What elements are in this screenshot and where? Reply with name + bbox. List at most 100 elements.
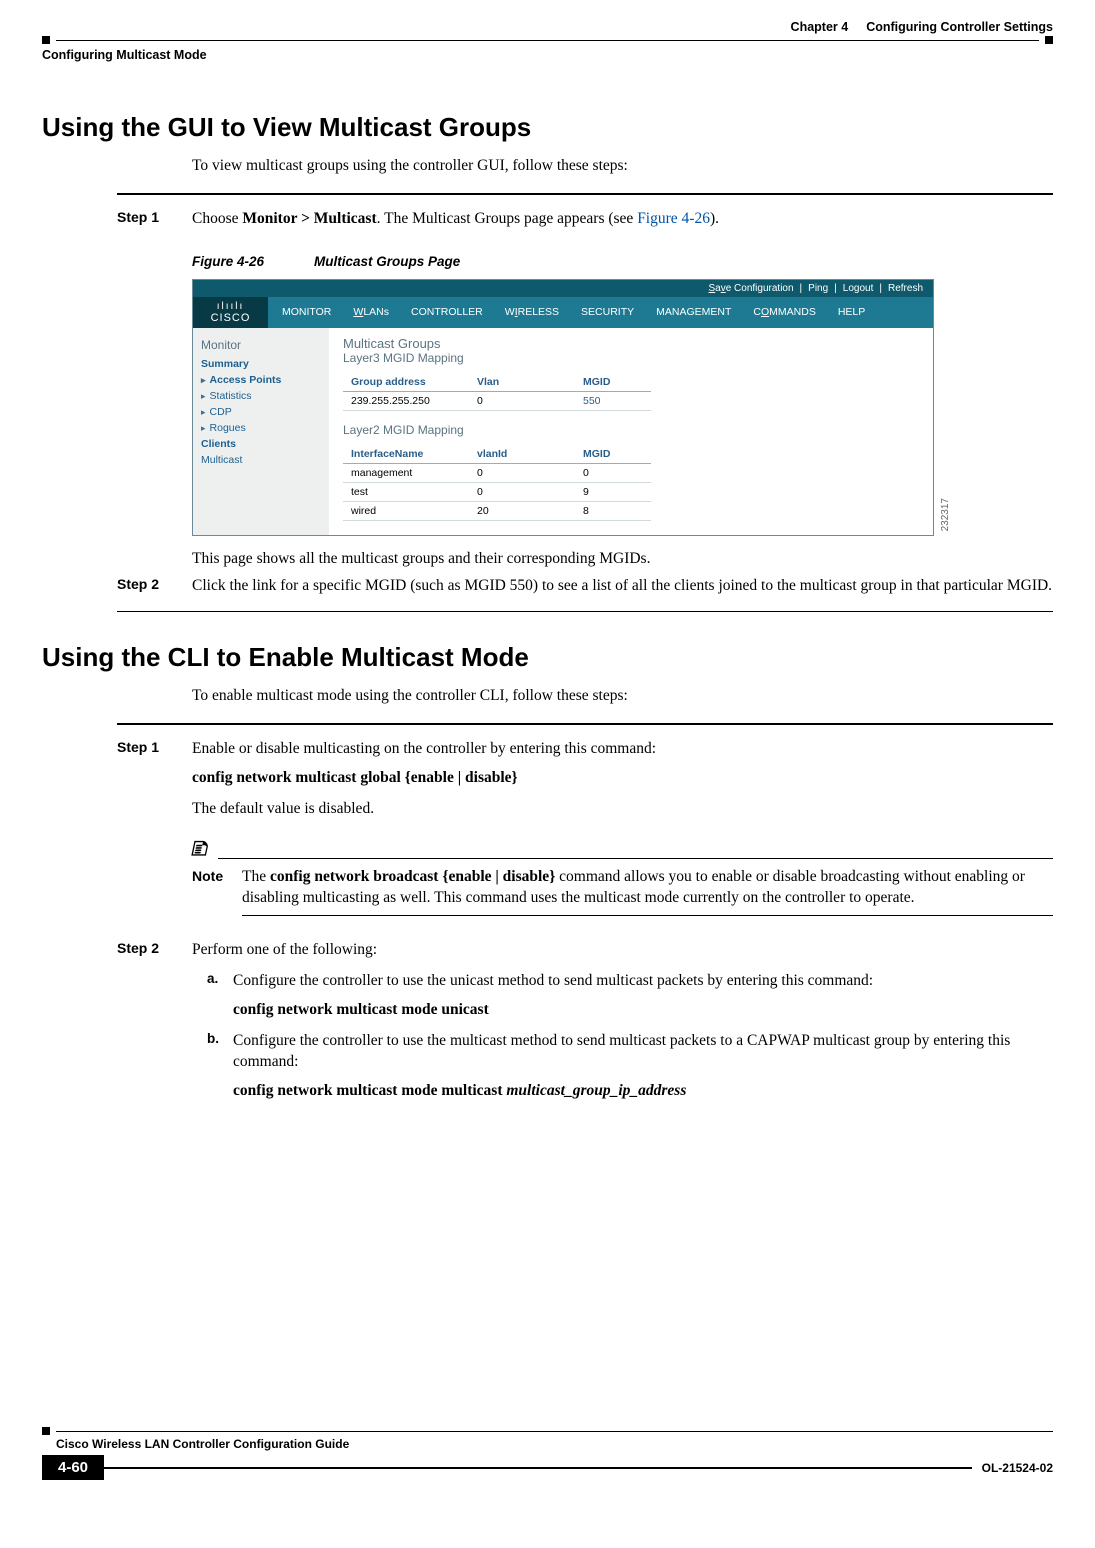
- t2-h-mgid: MGID: [575, 445, 651, 464]
- cli-step1-cmd: config network multicast global {enable …: [192, 768, 1053, 789]
- sub-b-cmd-a: config network multicast mode multicast: [233, 1082, 506, 1099]
- sub-b-row: b. Configure the controller to use the m…: [207, 1031, 1053, 1102]
- t2-r1-vlan: 0: [469, 482, 575, 501]
- page-footer: Cisco Wireless LAN Controller Configurat…: [42, 1427, 1053, 1480]
- step-1-body: Choose Monitor > Multicast. The Multicas…: [192, 209, 1053, 230]
- note-label: Note: [192, 867, 232, 886]
- footer-doc-id: OL-21524-02: [982, 1461, 1053, 1475]
- refresh-link[interactable]: Refresh: [888, 283, 923, 294]
- table-row: wired 20 8: [343, 501, 651, 520]
- footer-black-bar: [104, 1467, 972, 1469]
- nav-security[interactable]: SECURITY: [581, 306, 634, 318]
- footer-square: [42, 1427, 50, 1435]
- triangle-icon: ▸: [201, 391, 206, 401]
- figure-title: Multicast Groups Page: [314, 254, 460, 269]
- t1-r0-vlan: 0: [469, 391, 575, 410]
- section2-intro: To enable multicast mode using the contr…: [192, 687, 1053, 705]
- shot-topbar: Save Configuration| Ping| Logout| Refres…: [193, 280, 933, 297]
- note-header: 🗈: [192, 834, 1053, 864]
- triangle-icon: ▸: [201, 423, 206, 433]
- sidebar-item-cdp[interactable]: ▸CDP: [201, 406, 321, 418]
- layer3-table: Group address Vlan MGID 239.255.255.250 …: [343, 373, 651, 411]
- nav-commands[interactable]: COMMANDS: [753, 306, 815, 318]
- step1-bold: Monitor > Multicast: [242, 210, 376, 227]
- sidebar-item-multicast[interactable]: Multicast: [201, 454, 321, 466]
- figure-caption: Figure 4-26Multicast Groups Page: [192, 254, 1053, 269]
- t2-r0-vlan: 0: [469, 463, 575, 482]
- section-heading-gui: Using the GUI to View Multicast Groups: [42, 112, 1053, 143]
- sidebar-item-access-points[interactable]: ▸Access Points: [201, 374, 321, 386]
- below-figure-text: This page shows all the multicast groups…: [192, 550, 1053, 568]
- t2-r2-vlan: 20: [469, 501, 575, 520]
- t1-r0-group: 239.255.255.250: [343, 391, 469, 410]
- header-square-right: [1045, 36, 1053, 44]
- sub-b-label: b.: [207, 1031, 233, 1102]
- table-row: test 0 9: [343, 482, 651, 501]
- t1-h-mgid: MGID: [575, 373, 651, 392]
- steps-rule-top: [117, 193, 1053, 195]
- nav-wlans[interactable]: WLANs: [353, 306, 389, 318]
- nav-monitor[interactable]: MONITOR: [282, 306, 331, 318]
- cli-step-2-body: Perform one of the following:: [192, 940, 1053, 961]
- cli-step1-default: The default value is disabled.: [192, 799, 1053, 820]
- t2-h-vlanid: vlanId: [469, 445, 575, 464]
- step1-text-b: . The Multicast Groups page appears (see: [377, 210, 638, 227]
- step-1-row: Step 1 Choose Monitor > Multicast. The M…: [117, 209, 1053, 230]
- main-subtitle-l3: Layer3 MGID Mapping: [343, 351, 919, 365]
- sidebar-title: Monitor: [201, 338, 321, 352]
- logout-link[interactable]: Logout: [843, 283, 874, 294]
- figure-link[interactable]: Figure 4-26: [637, 210, 710, 227]
- screenshot-multicast-groups: Save Configuration| Ping| Logout| Refres…: [192, 279, 934, 536]
- sidebar-item-clients[interactable]: Clients: [201, 438, 321, 450]
- sub-b-text: Configure the controller to use the mult…: [233, 1031, 1053, 1073]
- t1-r0-mgid-link[interactable]: 550: [575, 391, 651, 410]
- sub-a-row: a. Configure the controller to use the u…: [207, 971, 1053, 1021]
- t2-r2-iface: wired: [343, 501, 469, 520]
- page-header: Chapter 4 Configuring Controller Setting…: [42, 20, 1053, 34]
- cisco-logo: ılıılı CISCO: [193, 297, 268, 328]
- note-text-a: The: [242, 868, 270, 885]
- nav-management[interactable]: MANAGEMENT: [656, 306, 731, 318]
- header-rule: [42, 36, 1053, 44]
- footer-bar: [56, 1431, 1053, 1432]
- nav-wireless[interactable]: WIRELESS: [505, 306, 559, 318]
- header-square-left: [42, 36, 50, 44]
- ping-link[interactable]: Ping: [808, 283, 828, 294]
- sub-b-cmd: config network multicast mode multicast …: [233, 1081, 1053, 1102]
- note-bold: config network broadcast {enable | disab…: [270, 868, 555, 885]
- t2-r1-iface: test: [343, 482, 469, 501]
- sub-b-body: Configure the controller to use the mult…: [233, 1031, 1053, 1102]
- t1-h-vlan: Vlan: [469, 373, 575, 392]
- note-rule-bottom: [242, 915, 1053, 916]
- figure-id: 232317: [940, 498, 951, 531]
- step-2-label: Step 2: [117, 576, 192, 597]
- cli-step-1-row: Step 1 Enable or disable multicasting on…: [117, 739, 1053, 930]
- t1-h-group: Group address: [343, 373, 469, 392]
- sub-a-cmd: config network multicast mode unicast: [233, 1000, 1053, 1021]
- sidebar-item-statistics[interactable]: ▸Statistics: [201, 390, 321, 402]
- cli-step-1-body: Enable or disable multicasting on the co…: [192, 739, 1053, 930]
- shot-main: Multicast Groups Layer3 MGID Mapping Gro…: [329, 328, 933, 535]
- nav-controller[interactable]: CONTROLLER: [411, 306, 483, 318]
- chapter-label: Chapter 4: [791, 20, 849, 34]
- shot-nav: ılıılı CISCO MONITOR WLANs CONTROLLER WI…: [193, 297, 933, 328]
- step-1-label: Step 1: [117, 209, 192, 230]
- logo-text: CISCO: [193, 312, 268, 324]
- footer-guide-title: Cisco Wireless LAN Controller Configurat…: [56, 1437, 1053, 1451]
- logo-bars: ılıılı: [193, 301, 268, 312]
- t2-r0-mgid: 0: [575, 463, 651, 482]
- sidebar-item-rogues[interactable]: ▸Rogues: [201, 422, 321, 434]
- save-config-link[interactable]: Save Configuration: [708, 283, 793, 294]
- step1-text-a: Choose: [192, 210, 242, 227]
- nav-help[interactable]: HELP: [838, 306, 865, 318]
- sidebar-item-summary[interactable]: Summary: [201, 358, 321, 370]
- cli-step-2-label: Step 2: [117, 940, 192, 961]
- sub-a-text: Configure the controller to use the unic…: [233, 971, 1053, 992]
- note-pencil-icon: 🗈: [189, 834, 211, 864]
- sub-a-label: a.: [207, 971, 233, 1021]
- triangle-icon: ▸: [201, 407, 206, 417]
- footer-page-number: 4-60: [42, 1455, 104, 1480]
- layer2-table: InterfaceName vlanId MGID management 0 0…: [343, 445, 651, 521]
- shot-sidebar: Monitor Summary ▸Access Points ▸Statisti…: [193, 328, 329, 535]
- step-2-body: Click the link for a specific MGID (such…: [192, 576, 1053, 597]
